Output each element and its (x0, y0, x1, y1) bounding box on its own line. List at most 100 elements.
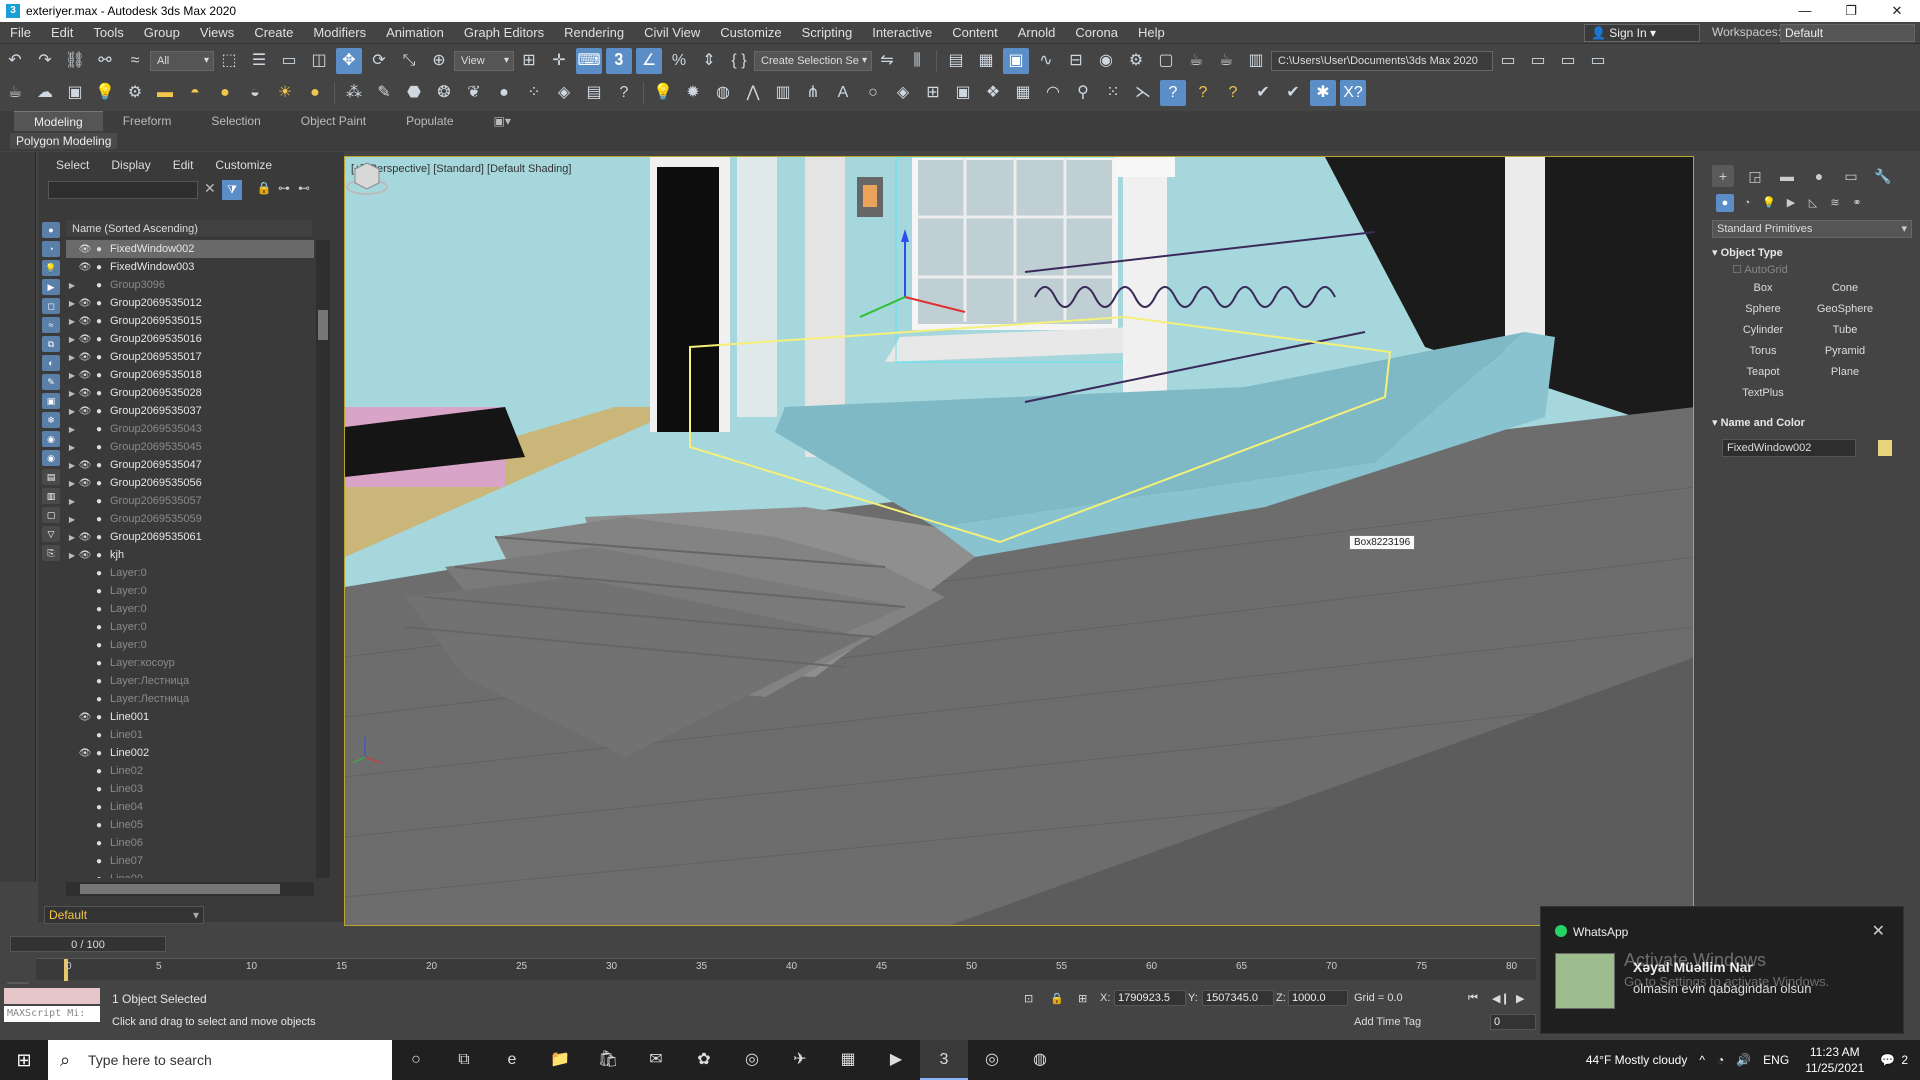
create-tab-icon[interactable]: + (1712, 165, 1734, 187)
ribbon-tab-populate[interactable]: Populate (386, 111, 473, 131)
tool-g-icon[interactable]: ✱ (1310, 80, 1336, 106)
render-toggle-icon[interactable]: ● (92, 280, 106, 291)
corona-light-icon[interactable]: 💡 (92, 80, 118, 106)
menu-content[interactable]: Content (942, 25, 1008, 40)
display-frozen-icon[interactable]: ❄ (42, 412, 60, 428)
corona-sphere-half-icon[interactable]: ◓ (182, 80, 208, 106)
pyramid-button[interactable]: Pyramid (1806, 343, 1884, 360)
visibility-eye-icon[interactable]: 👁 (78, 838, 92, 849)
sign-in-button[interactable]: 👤 Sign In ▾ (1584, 24, 1700, 42)
ribbon-tab-selection[interactable]: Selection (191, 111, 280, 131)
display-shapes-icon[interactable]: ◔ (42, 241, 60, 257)
teapot-icon[interactable]: ☕ (2, 80, 28, 106)
corona-tools-icon[interactable]: ▤ (581, 80, 607, 106)
visibility-eye-icon[interactable]: 👁 (78, 802, 92, 813)
close-icon[interactable]: ✕ (1874, 0, 1920, 22)
schematic-view-icon[interactable]: ⊟ (1063, 48, 1089, 74)
whatsapp-taskbar-icon[interactable]: ◍ (1016, 1040, 1064, 1080)
menu-edit[interactable]: Edit (41, 25, 83, 40)
vray-sun-icon[interactable]: ✹ (680, 80, 706, 106)
ribbon-options-icon[interactable]: ▣▾ (474, 111, 531, 131)
lock-icon[interactable]: 🔒 (256, 181, 272, 197)
render-toggle-icon[interactable]: ● (92, 766, 106, 777)
corona-sphere-icon[interactable]: ● (212, 80, 238, 106)
visibility-eye-icon[interactable]: 👁 (78, 478, 92, 489)
display-spacewarps-icon[interactable]: ≈ (42, 317, 60, 333)
align-icon[interactable]: ⫼ (904, 48, 930, 74)
goto-start-icon[interactable]: ⏮ (1468, 992, 1478, 1005)
multi-material-icon[interactable]: ⁘ (521, 80, 547, 106)
render-toggle-icon[interactable]: ● (92, 532, 106, 543)
render-toggle-icon[interactable]: ● (92, 820, 106, 831)
media-player-icon[interactable]: ▶ (872, 1040, 920, 1080)
converter-icon[interactable]: ⚙ (122, 80, 148, 106)
render-toggle-icon[interactable]: ● (92, 658, 106, 669)
display-containers-icon[interactable]: ▣ (42, 393, 60, 409)
absolute-mode-icon[interactable]: ⊞ (1078, 992, 1087, 1005)
tool-f-icon[interactable]: ✔ (1280, 80, 1306, 106)
vray-dome-icon[interactable]: ◠ (1040, 80, 1066, 106)
visibility-eye-icon[interactable]: 👁 (78, 550, 92, 561)
hierarchy-icon[interactable]: ⊶ (276, 181, 292, 197)
expand-arrow-icon[interactable]: ▶ (66, 533, 78, 542)
cloud-icon[interactable]: ☁ (32, 80, 58, 106)
render-toggle-icon[interactable]: ● (92, 694, 106, 705)
render-toggle-icon[interactable]: ● (92, 730, 106, 741)
angle-snap-icon[interactable]: ∠ (636, 48, 662, 74)
motion-tab-icon[interactable]: ● (1808, 165, 1830, 187)
visibility-eye-icon[interactable]: 👁 (78, 568, 92, 579)
expand-arrow-icon[interactable]: ▶ (66, 461, 78, 470)
ribbon-toggle-icon[interactable]: ▣ (1003, 48, 1029, 74)
tool-d-icon[interactable]: ? (1220, 80, 1246, 106)
sphere-button[interactable]: Sphere (1724, 301, 1802, 318)
menu-arnold[interactable]: Arnold (1008, 25, 1066, 40)
cameras-category-icon[interactable]: ▶ (1782, 194, 1800, 212)
ribbon-tab-object-paint[interactable]: Object Paint (281, 111, 386, 131)
render-toggle-icon[interactable]: ● (92, 802, 106, 813)
menu-civil-view[interactable]: Civil View (634, 25, 710, 40)
edit-named-selection-icon[interactable]: { } (726, 48, 752, 74)
render-toggle-icon[interactable]: ● (92, 550, 106, 561)
visibility-eye-icon[interactable]: 👁 (78, 442, 92, 453)
display-lights-icon[interactable]: 💡 (42, 260, 60, 276)
tree-row[interactable]: ▶👁● Group3096 (66, 276, 314, 294)
filter-icon[interactable]: ⧩ (222, 180, 242, 200)
explorer-menu-customize[interactable]: Customize (215, 158, 272, 172)
render-toggle-icon[interactable]: ● (92, 496, 106, 507)
render-toggle-icon[interactable]: ● (92, 298, 106, 309)
display-groups-icon[interactable]: ⧉ (42, 336, 60, 352)
tree-row[interactable]: ▶ 👁 ● Group2069535028 (66, 384, 314, 402)
expand-arrow-icon[interactable]: ▶ (66, 335, 78, 344)
display-all-icon[interactable]: ◉ (42, 450, 60, 466)
expand-arrow-icon[interactable]: ▶ (66, 497, 78, 506)
object-type-rollout[interactable]: Object Type (1712, 246, 1912, 259)
box-button[interactable]: Box (1724, 280, 1802, 297)
scatter-icon[interactable]: ⁂ (341, 80, 367, 106)
tree-row[interactable]: ▶ 👁 ● Group2069535047 (66, 456, 314, 474)
workspace-select[interactable]: Default (1780, 24, 1915, 42)
array-dots-icon[interactable]: ⁙ (1100, 80, 1126, 106)
visibility-eye-icon[interactable]: 👁 (78, 298, 92, 309)
display-helpers-icon[interactable]: ◻ (42, 298, 60, 314)
menu-customize[interactable]: Customize (710, 25, 791, 40)
store-icon[interactable]: 🛍 (584, 1040, 632, 1080)
systems-category-icon[interactable]: ⚭ (1848, 194, 1866, 212)
shapes-category-icon[interactable]: ◔ (1738, 194, 1756, 212)
render-toggle-icon[interactable]: ● (92, 388, 106, 399)
restore-icon[interactable]: ❐ (1828, 0, 1874, 22)
visibility-eye-icon[interactable]: 👁 (78, 370, 92, 381)
visibility-eye-icon[interactable]: 👁 (78, 730, 92, 741)
vray-light-lister-icon[interactable]: ▦ (1010, 80, 1036, 106)
tree-row[interactable]: 👁 ● FixedWindow002 (66, 240, 314, 258)
menu-help[interactable]: Help (1128, 25, 1175, 40)
taskbar-search-box[interactable]: Type here to search (48, 1040, 392, 1080)
tree-row[interactable]: 👁 ● Line002 (66, 744, 314, 762)
tree-row[interactable]: ▶ 👁 ● kjh (66, 546, 314, 564)
tree-row[interactable]: 👁● Layer:Лестница (66, 690, 314, 708)
textplus-button[interactable]: TextPlus (1724, 385, 1802, 402)
chrome-profile-icon[interactable]: ◎ (968, 1040, 1016, 1080)
explorer-search-input[interactable] (48, 181, 198, 199)
windows-start-icon[interactable]: ⊞ (0, 1040, 48, 1080)
tree-row[interactable]: 👁● Layer:0 (66, 636, 314, 654)
render-toggle-icon[interactable]: ● (92, 748, 106, 759)
